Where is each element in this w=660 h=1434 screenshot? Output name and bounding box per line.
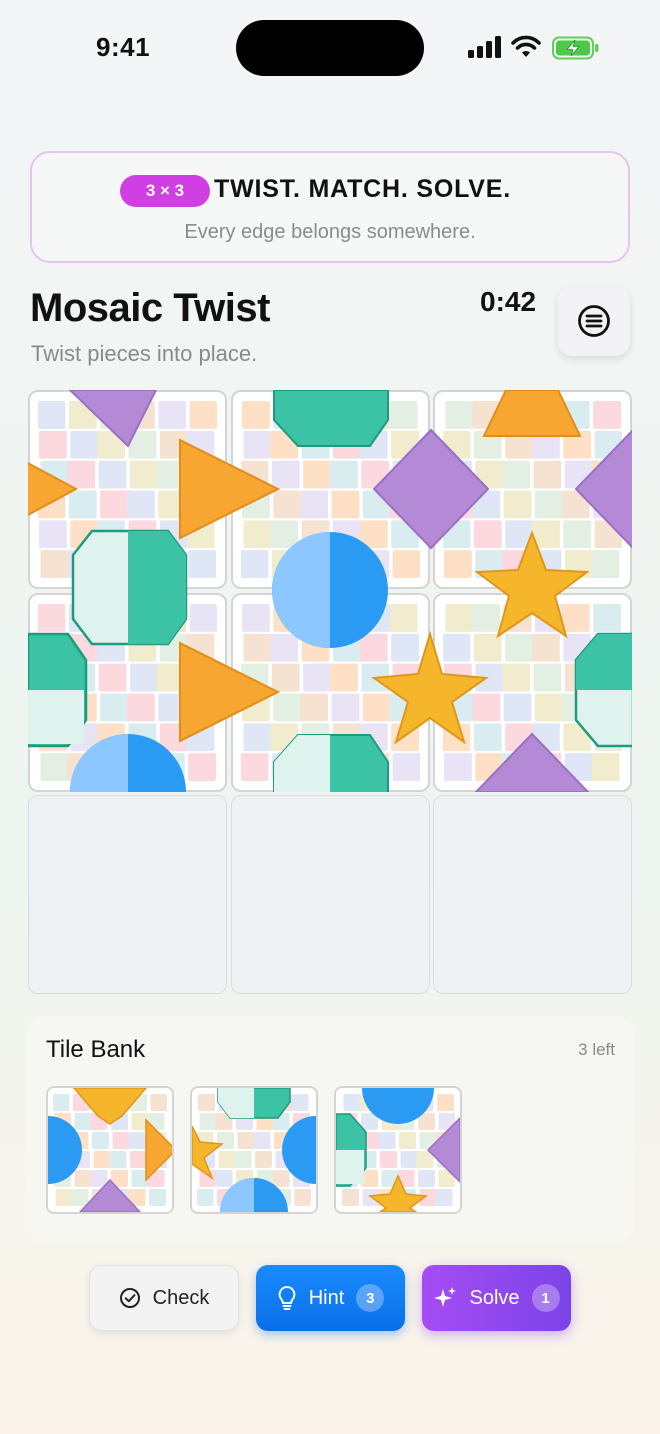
game-timer: 0:42 (480, 286, 537, 317)
hint-label: Hint (308, 1286, 345, 1309)
hint-button[interactable]: Hint 3 (256, 1265, 405, 1331)
puzzle-board (28, 390, 633, 994)
board-slot-4[interactable] (28, 593, 227, 792)
board-slot-3[interactable] (433, 390, 632, 589)
hint-count-badge: 3 (356, 1284, 385, 1312)
bank-tile-2[interactable] (190, 1086, 318, 1214)
tile-shapes (192, 1088, 316, 1212)
wifi-icon (511, 35, 541, 57)
check-label: Check (152, 1286, 210, 1309)
mosaic-background (443, 603, 622, 782)
page-title: Mosaic Twist (30, 286, 270, 330)
battery-charging-icon (552, 36, 599, 60)
tile-bank: Tile Bank 3 left (27, 1016, 634, 1244)
tile-bank-title: Tile Bank (46, 1036, 146, 1063)
sparkles-icon (434, 1287, 457, 1307)
bank-tile-1[interactable] (46, 1086, 174, 1214)
board-slot-2[interactable] (231, 390, 430, 589)
solve-count-badge: 1 (531, 1284, 560, 1312)
tile-bank-count: 3 left (578, 1040, 615, 1059)
bank-tile-3[interactable] (334, 1086, 462, 1214)
mosaic-background (38, 603, 217, 782)
tile-shapes (48, 1088, 172, 1212)
check-button[interactable]: Check (89, 1265, 239, 1331)
solve-button[interactable]: Solve 1 (422, 1265, 571, 1331)
page-subtitle: Twist pieces into place. (31, 341, 258, 366)
board-slot-8-empty[interactable] (231, 795, 430, 994)
board-slot-7-empty[interactable] (28, 795, 227, 994)
dynamic-island (236, 20, 424, 76)
board-slot-6[interactable] (433, 593, 632, 792)
status-time: 9:41 (96, 32, 151, 62)
grid-size-badge: 3 × 3 (120, 175, 210, 207)
tagline-banner: 3 × 3 TWIST. MATCH. SOLVE. Every edge be… (30, 151, 630, 263)
mosaic-background (241, 603, 420, 782)
status-bar: 9:41 (0, 0, 660, 100)
mosaic-background (443, 400, 622, 579)
banner-subtitle: Every edge belongs somewhere. (184, 221, 476, 243)
banner-title: TWIST. MATCH. SOLVE. (214, 175, 512, 203)
menu-icon (578, 305, 610, 337)
menu-button[interactable] (558, 286, 630, 356)
solve-label: Solve (469, 1286, 520, 1309)
mosaic-background (241, 400, 420, 579)
check-circle-icon (119, 1288, 140, 1308)
cellular-signal-icon (468, 36, 501, 58)
tile-shapes (336, 1088, 460, 1212)
board-slot-9-empty[interactable] (433, 795, 632, 994)
board-slot-5[interactable] (231, 593, 430, 792)
board-slot-1[interactable] (28, 390, 227, 589)
mosaic-background (38, 400, 217, 579)
lightbulb-icon (278, 1286, 296, 1310)
